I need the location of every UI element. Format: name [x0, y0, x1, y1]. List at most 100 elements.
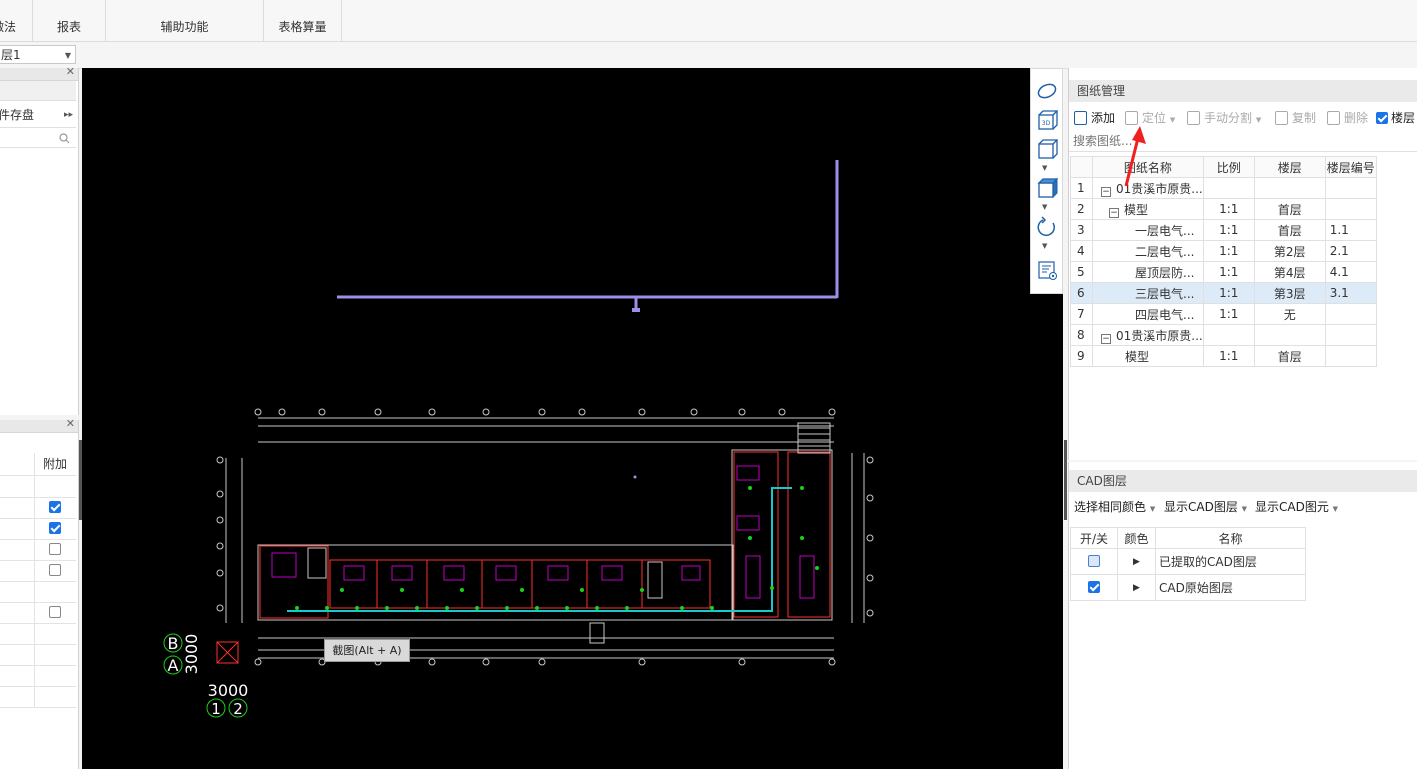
property-row[interactable] [0, 623, 76, 645]
ribbon-group-method[interactable]: 做法 [0, 0, 33, 41]
sub-toolbar [0, 42, 1417, 69]
chevron-down-icon[interactable]: ▼ [1042, 203, 1047, 211]
select-same-color-button[interactable]: 选择相同颜色 ▼ [1074, 497, 1155, 517]
layer-visibility-checkbox[interactable] [1088, 581, 1100, 593]
chevron-down-icon[interactable]: ▼ [1042, 242, 1047, 250]
collapse-icon[interactable]: − [1101, 333, 1111, 344]
property-row[interactable] [0, 497, 76, 519]
property-row[interactable] [0, 686, 76, 708]
extra-checkbox[interactable] [49, 543, 61, 555]
manual-split-button[interactable]: 手动分割 ▼ [1187, 108, 1261, 128]
pipe-route [337, 160, 839, 312]
top-view-icon[interactable] [1036, 138, 1058, 160]
cad-layer-row[interactable]: ▶ CAD原始图层 [1070, 574, 1306, 601]
row-number: 4 [1070, 240, 1093, 262]
cad-drawing: B A 3000 3000 1 2 [163, 160, 874, 718]
show-cad-layer-button[interactable]: 显示CAD图层 ▼ [1164, 497, 1247, 517]
drawing-row[interactable]: 5 屋顶层防... 1:1 第4层 4.1 [1070, 261, 1377, 283]
property-row[interactable] [0, 581, 76, 603]
column-header-floor[interactable]: 楼层 [1253, 156, 1326, 178]
column-header-floor-number[interactable]: 楼层编号 [1324, 156, 1377, 178]
chevron-down-icon: ▼ [1241, 505, 1248, 513]
drawing-row[interactable]: 8−01贵溪市原贵... [1070, 324, 1377, 346]
ribbon-group-label: 报表 [56, 20, 81, 34]
delete-button[interactable]: 删除 [1327, 108, 1368, 128]
floor-filter-checkbox[interactable] [1376, 112, 1388, 124]
extra-checkbox[interactable] [49, 522, 61, 534]
drawing-name: 三层电气... [1135, 286, 1195, 301]
drawing-floor-number [1324, 324, 1377, 346]
left-splitter-handle[interactable] [79, 440, 82, 520]
property-row[interactable] [0, 539, 76, 561]
drawing-row[interactable]: 1−01贵溪市原贵... [1070, 177, 1377, 199]
column-header-scale[interactable]: 比例 [1202, 156, 1255, 178]
property-row[interactable] [0, 518, 76, 540]
component-search-input[interactable] [0, 129, 76, 148]
dimension-vertical: 3000 [182, 634, 201, 675]
cad-drawing-canvas[interactable]: B A 3000 3000 1 2 [82, 68, 1063, 769]
display-settings-icon[interactable] [1036, 259, 1058, 281]
panel-tab-row[interactable]: 件存盘 ▸▸ [0, 103, 76, 128]
ribbon-group-table-calc[interactable]: 表格算量 [264, 0, 342, 41]
property-row[interactable] [0, 560, 76, 582]
rotate-icon[interactable] [1036, 216, 1058, 238]
ribbon-group-aux-functions[interactable]: 辅助功能 [106, 0, 264, 41]
collapse-icon[interactable]: − [1101, 186, 1111, 197]
property-row[interactable] [0, 602, 76, 624]
show-cad-element-label: 显示CAD图元 [1255, 500, 1329, 514]
drawing-scale [1202, 324, 1255, 346]
close-icon[interactable]: ✕ [66, 417, 75, 430]
property-row[interactable] [0, 665, 76, 687]
drawing-scale: 1:1 [1202, 261, 1255, 283]
extra-checkbox[interactable] [49, 564, 61, 576]
show-cad-element-button[interactable]: 显示CAD图元 ▼ [1255, 497, 1338, 517]
collapse-icon[interactable]: − [1109, 207, 1119, 218]
row-number: 6 [1070, 282, 1093, 304]
drawing-floor-number [1324, 345, 1377, 367]
copy-label: 复制 [1292, 111, 1317, 125]
add-drawing-button[interactable]: 添加 [1074, 108, 1115, 128]
view-3d-icon[interactable]: 3D [1036, 109, 1058, 131]
extra-checkbox[interactable] [49, 606, 61, 618]
property-row[interactable] [0, 476, 76, 498]
chevron-down-icon: ▼ [1169, 116, 1176, 124]
extra-checkbox[interactable] [49, 501, 61, 513]
floor-filter-toggle[interactable]: 楼层 [1376, 108, 1415, 128]
drawing-floor: 首层 [1253, 198, 1326, 220]
delete-label: 删除 [1344, 111, 1369, 125]
ribbon-group-label: 做法 [0, 20, 17, 34]
expand-arrow-icon[interactable]: ▶ [1133, 557, 1140, 567]
drawing-floor-number [1324, 198, 1377, 220]
drawing-scale: 1:1 [1202, 240, 1255, 262]
expand-arrow-icon[interactable]: ▶ [1133, 583, 1140, 593]
cad-layer-row[interactable]: ▶ 已提取的CAD图层 [1070, 548, 1306, 575]
orbit-icon[interactable] [1036, 80, 1058, 102]
drawing-row[interactable]: 4 二层电气... 1:1 第2层 2.1 [1070, 240, 1377, 262]
drawing-scale: 1:1 [1202, 198, 1255, 220]
column-header-layer-name: 名称 [1155, 527, 1306, 549]
chevron-down-icon[interactable]: ▼ [1042, 164, 1047, 172]
layer-visibility-checkbox[interactable] [1088, 555, 1100, 567]
chevron-down-icon: ▼ [1332, 505, 1339, 513]
drawing-row[interactable]: 7 四层电气... 1:1 无 [1070, 303, 1377, 325]
drawing-floor-number: 2.1 [1324, 240, 1377, 262]
drawing-row[interactable]: 3 一层电气... 1:1 首层 1.1 [1070, 219, 1377, 241]
view-cube-icon[interactable] [1036, 177, 1058, 199]
drawing-row[interactable]: 9 模型 1:1 首层 [1070, 345, 1377, 367]
chevron-right-icon[interactable]: ▸▸ [64, 103, 73, 127]
search-icon [59, 133, 70, 144]
drawing-row[interactable]: 6 三层电气... 1:1 第3层 3.1 [1070, 282, 1377, 304]
right-splitter-handle[interactable] [1064, 440, 1067, 520]
copy-button[interactable]: 复制 [1275, 108, 1316, 128]
drawing-row[interactable]: 2 − 模型 1:1 首层 [1070, 198, 1377, 220]
floor-select[interactable]: 层1 ▼ [0, 45, 76, 64]
drawing-floor-number: 3.1 [1324, 282, 1377, 304]
drawing-floor [1253, 177, 1326, 199]
close-icon[interactable]: ✕ [66, 65, 75, 78]
panel-tabbar [0, 81, 76, 101]
annotation-arrow [1124, 126, 1146, 187]
row-number: 3 [1070, 219, 1093, 241]
property-row[interactable] [0, 644, 76, 666]
drawing-scale: 1:1 [1202, 303, 1255, 325]
ribbon-group-report[interactable]: 报表 [33, 0, 106, 41]
